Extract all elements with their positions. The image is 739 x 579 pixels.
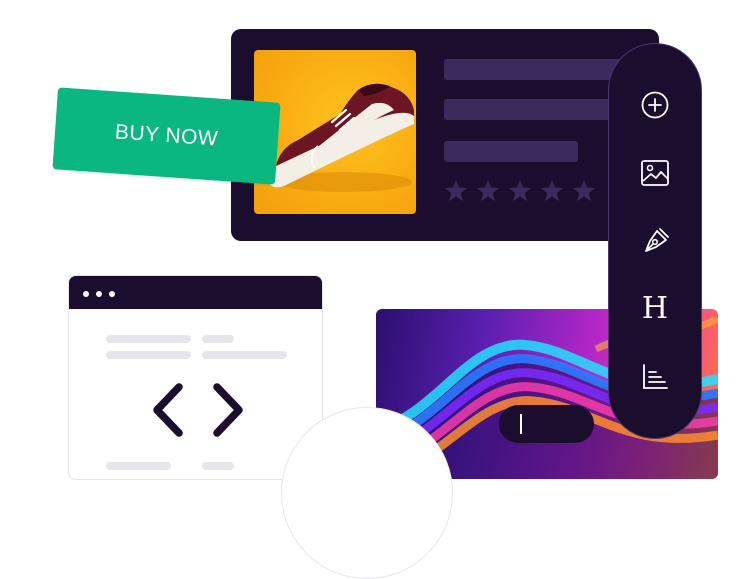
- insert-image-button[interactable]: [639, 157, 671, 189]
- star-icon: [444, 179, 468, 202]
- vertical-toolbar: H: [608, 43, 702, 439]
- price-placeholder: [444, 141, 578, 162]
- code-line: [106, 462, 171, 470]
- code-brackets-icon: [153, 383, 243, 437]
- text-input-field[interactable]: [499, 405, 594, 443]
- pen-tool-button[interactable]: [639, 226, 671, 258]
- code-line: [106, 335, 191, 343]
- add-icon: [641, 91, 669, 119]
- heading-icon: H: [641, 291, 669, 326]
- text-cursor: [520, 414, 522, 434]
- product-card: [231, 29, 659, 241]
- star-icon: [476, 179, 500, 202]
- window-dot: [96, 291, 102, 297]
- circle-shape: [281, 407, 453, 579]
- star-icon: [508, 179, 532, 202]
- rating-stars: [444, 179, 596, 202]
- window-titlebar: [69, 276, 322, 309]
- code-line: [202, 462, 234, 470]
- window-dot: [109, 291, 115, 297]
- chart-icon: [643, 364, 668, 389]
- star-icon: [540, 179, 564, 202]
- buy-now-button[interactable]: BUY NOW: [52, 87, 281, 185]
- pen-icon: [645, 228, 669, 252]
- subtitle-placeholder: [444, 99, 624, 120]
- image-icon: [641, 160, 669, 186]
- code-window: [68, 275, 323, 480]
- code-line: [202, 335, 234, 343]
- window-dot: [83, 291, 89, 297]
- heading-button[interactable]: H: [639, 293, 671, 325]
- title-placeholder: [444, 59, 624, 80]
- code-line: [202, 351, 287, 359]
- insert-chart-button[interactable]: [639, 361, 671, 393]
- add-block-button[interactable]: [639, 89, 671, 121]
- code-line: [106, 351, 191, 359]
- star-icon: [572, 179, 596, 202]
